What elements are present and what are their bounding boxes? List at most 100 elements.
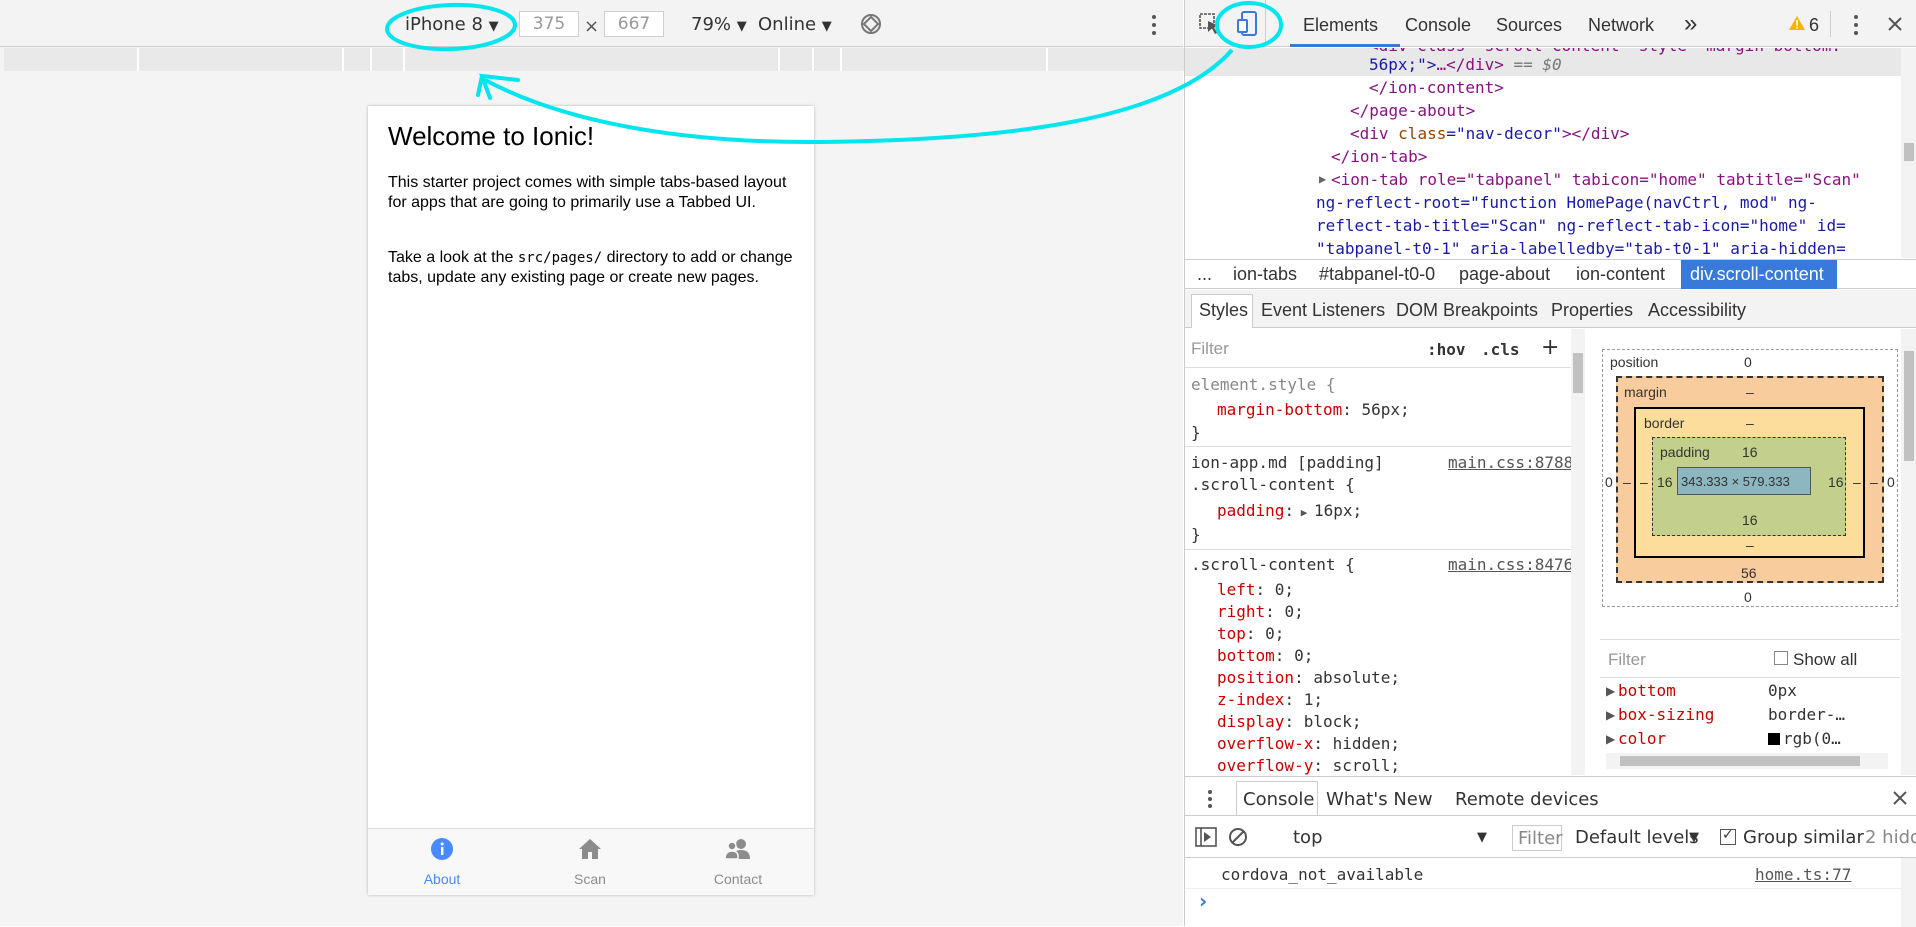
- breadcrumb-item[interactable]: page-about: [1459, 264, 1550, 285]
- dom-tree[interactable]: <div class="scroll-content" style="margi…: [1185, 48, 1901, 258]
- tab-event-listeners[interactable]: Event Listeners: [1261, 300, 1385, 321]
- rotate-icon[interactable]: [860, 13, 882, 35]
- dom-tag: <div: [1350, 124, 1399, 143]
- horizontal-scrollbar[interactable]: [1606, 753, 1888, 769]
- chevron-down-icon[interactable]: ▼: [1477, 830, 1487, 845]
- style-property[interactable]: position: absolute;: [1217, 668, 1400, 688]
- sidebar-toggle-icon[interactable]: [1195, 827, 1217, 847]
- tab-scan[interactable]: Scan: [516, 829, 664, 896]
- dom-scrollbar[interactable]: [1901, 48, 1916, 258]
- breadcrumb-item[interactable]: ion-content: [1576, 264, 1665, 285]
- source-link[interactable]: main.css:8476: [1448, 555, 1573, 575]
- scroll-thumb[interactable]: [1620, 756, 1860, 766]
- color-swatch[interactable]: [1768, 733, 1780, 745]
- console-scrollbar[interactable]: [1901, 858, 1916, 927]
- dom-line[interactable]: "tabpanel-t0-1" aria-labelledby="tab-t0-…: [1316, 237, 1846, 258]
- more-options-icon[interactable]: [1150, 14, 1158, 36]
- breadcrumb-item[interactable]: ion-tabs: [1233, 264, 1297, 285]
- rule-selector[interactable]: .scroll-content {: [1191, 555, 1355, 575]
- expand-triangle-icon[interactable]: ▶: [1606, 732, 1615, 746]
- chevron-down-icon[interactable]: ▼: [1689, 830, 1699, 845]
- breadcrumb-overflow[interactable]: ...: [1197, 264, 1212, 285]
- expand-triangle-icon[interactable]: ▶: [1319, 168, 1326, 191]
- scroll-thumb[interactable]: [1904, 351, 1914, 461]
- close-icon[interactable]: [1887, 16, 1903, 32]
- tab-sources[interactable]: Sources: [1496, 15, 1562, 36]
- scroll-thumb[interactable]: [1573, 353, 1583, 393]
- console-prompt[interactable]: ›: [1199, 889, 1207, 913]
- levels-select[interactable]: Default levels: [1575, 827, 1699, 848]
- tab-label: Scan: [574, 871, 606, 887]
- inspect-element-icon[interactable]: [1199, 13, 1221, 35]
- tab-network[interactable]: Network: [1588, 15, 1654, 36]
- expand-triangle-icon[interactable]: ▶: [1606, 708, 1615, 722]
- style-property[interactable]: padding: ▶ 16px;: [1217, 501, 1362, 523]
- tab-accessibility[interactable]: Accessibility: [1648, 300, 1746, 321]
- style-property[interactable]: left: 0;: [1217, 580, 1294, 600]
- drawer-tab-whats-new[interactable]: What's New: [1326, 789, 1433, 810]
- log-source-link[interactable]: home.ts:77: [1755, 865, 1851, 884]
- close-drawer-icon[interactable]: [1892, 790, 1908, 806]
- tab-styles[interactable]: Styles: [1199, 300, 1248, 321]
- dom-line[interactable]: <ion-tab role="tabpanel" tabicon="home" …: [1331, 168, 1861, 191]
- dom-line[interactable]: </ion-tab>: [1331, 145, 1427, 168]
- cls-button[interactable]: .cls: [1481, 340, 1520, 359]
- expand-triangle-icon[interactable]: ▶: [1606, 684, 1615, 698]
- style-property[interactable]: top: 0;: [1217, 624, 1284, 644]
- tab-about[interactable]: About: [368, 829, 516, 896]
- style-property[interactable]: overflow-x: hidden;: [1217, 734, 1400, 754]
- computed-prop[interactable]: color: [1618, 729, 1666, 748]
- computed-prop[interactable]: bottom: [1618, 681, 1676, 700]
- height-input[interactable]: 667: [604, 11, 664, 37]
- tab-dom-breakpoints[interactable]: DOM Breakpoints: [1396, 300, 1538, 321]
- source-link[interactable]: main.css:8788: [1448, 453, 1573, 473]
- device-toolbar-icon[interactable]: [1237, 11, 1261, 37]
- styles-filter-input[interactable]: Filter: [1191, 339, 1229, 359]
- zoom-select[interactable]: 79% ▼: [691, 14, 747, 35]
- scroll-thumb[interactable]: [1904, 143, 1914, 161]
- dom-line[interactable]: </page-about>: [1350, 99, 1475, 122]
- show-all-checkbox[interactable]: [1774, 651, 1788, 665]
- context-select[interactable]: top: [1293, 827, 1323, 848]
- rule-selector[interactable]: ion-app.md [padding]: [1191, 453, 1384, 473]
- warning-icon[interactable]: [1789, 16, 1805, 30]
- rule-selector[interactable]: element.style {: [1191, 375, 1336, 395]
- breadcrumb-item-active[interactable]: div.scroll-content: [1690, 264, 1824, 285]
- drawer-tab-remote-devices[interactable]: Remote devices: [1455, 789, 1599, 810]
- box-scrollbar[interactable]: [1901, 329, 1916, 775]
- style-property[interactable]: display: block;: [1217, 712, 1362, 732]
- rule-selector[interactable]: .scroll-content {: [1191, 475, 1355, 495]
- hov-button[interactable]: :hov: [1427, 340, 1466, 359]
- device-select[interactable]: iPhone 8 ▼: [405, 14, 499, 35]
- clear-console-icon[interactable]: [1228, 827, 1248, 847]
- style-property[interactable]: right: 0;: [1217, 602, 1304, 622]
- menu-icon[interactable]: [1852, 14, 1860, 36]
- device-toolbar: iPhone 8 ▼ 375 × 667 79% ▼ Online ▼: [0, 0, 1183, 47]
- dom-line[interactable]: reflect-tab-title="Scan" ng-reflect-tab-…: [1316, 214, 1846, 237]
- network-select[interactable]: Online ▼: [758, 14, 832, 35]
- breadcrumb-item[interactable]: #tabpanel-t0-0: [1319, 264, 1435, 285]
- computed-prop[interactable]: box-sizing: [1618, 705, 1714, 724]
- dom-line[interactable]: <div class="nav-decor"></div>: [1350, 122, 1629, 145]
- computed-filter-input[interactable]: Filter: [1608, 650, 1646, 670]
- tab-properties[interactable]: Properties: [1551, 300, 1633, 321]
- padding-label: padding: [1660, 444, 1710, 460]
- dom-line[interactable]: 56px;">…</div> == $0: [1369, 53, 1562, 76]
- style-property[interactable]: overflow-y: scroll;: [1217, 756, 1400, 775]
- width-input[interactable]: 375: [519, 11, 579, 37]
- style-property[interactable]: margin-bottom: 56px;: [1217, 400, 1410, 420]
- styles-scrollbar[interactable]: [1571, 329, 1585, 775]
- drawer-tab-console[interactable]: Console: [1243, 789, 1314, 810]
- dom-line[interactable]: ng-reflect-root="function HomePage(navCt…: [1316, 191, 1817, 214]
- drawer-menu-icon[interactable]: [1207, 789, 1213, 809]
- ruler-divider: [1046, 48, 1048, 71]
- more-tabs-button[interactable]: »: [1684, 10, 1697, 38]
- tab-elements[interactable]: Elements: [1303, 15, 1378, 36]
- new-rule-button[interactable]: +: [1541, 335, 1559, 360]
- tab-contact[interactable]: Contact: [664, 829, 812, 896]
- style-property[interactable]: z-index: 1;: [1217, 690, 1323, 710]
- style-property[interactable]: bottom: 0;: [1217, 646, 1313, 666]
- media-query-bar[interactable]: [4, 48, 1184, 71]
- dom-line[interactable]: </ion-content>: [1369, 76, 1504, 99]
- tab-console[interactable]: Console: [1405, 15, 1471, 36]
